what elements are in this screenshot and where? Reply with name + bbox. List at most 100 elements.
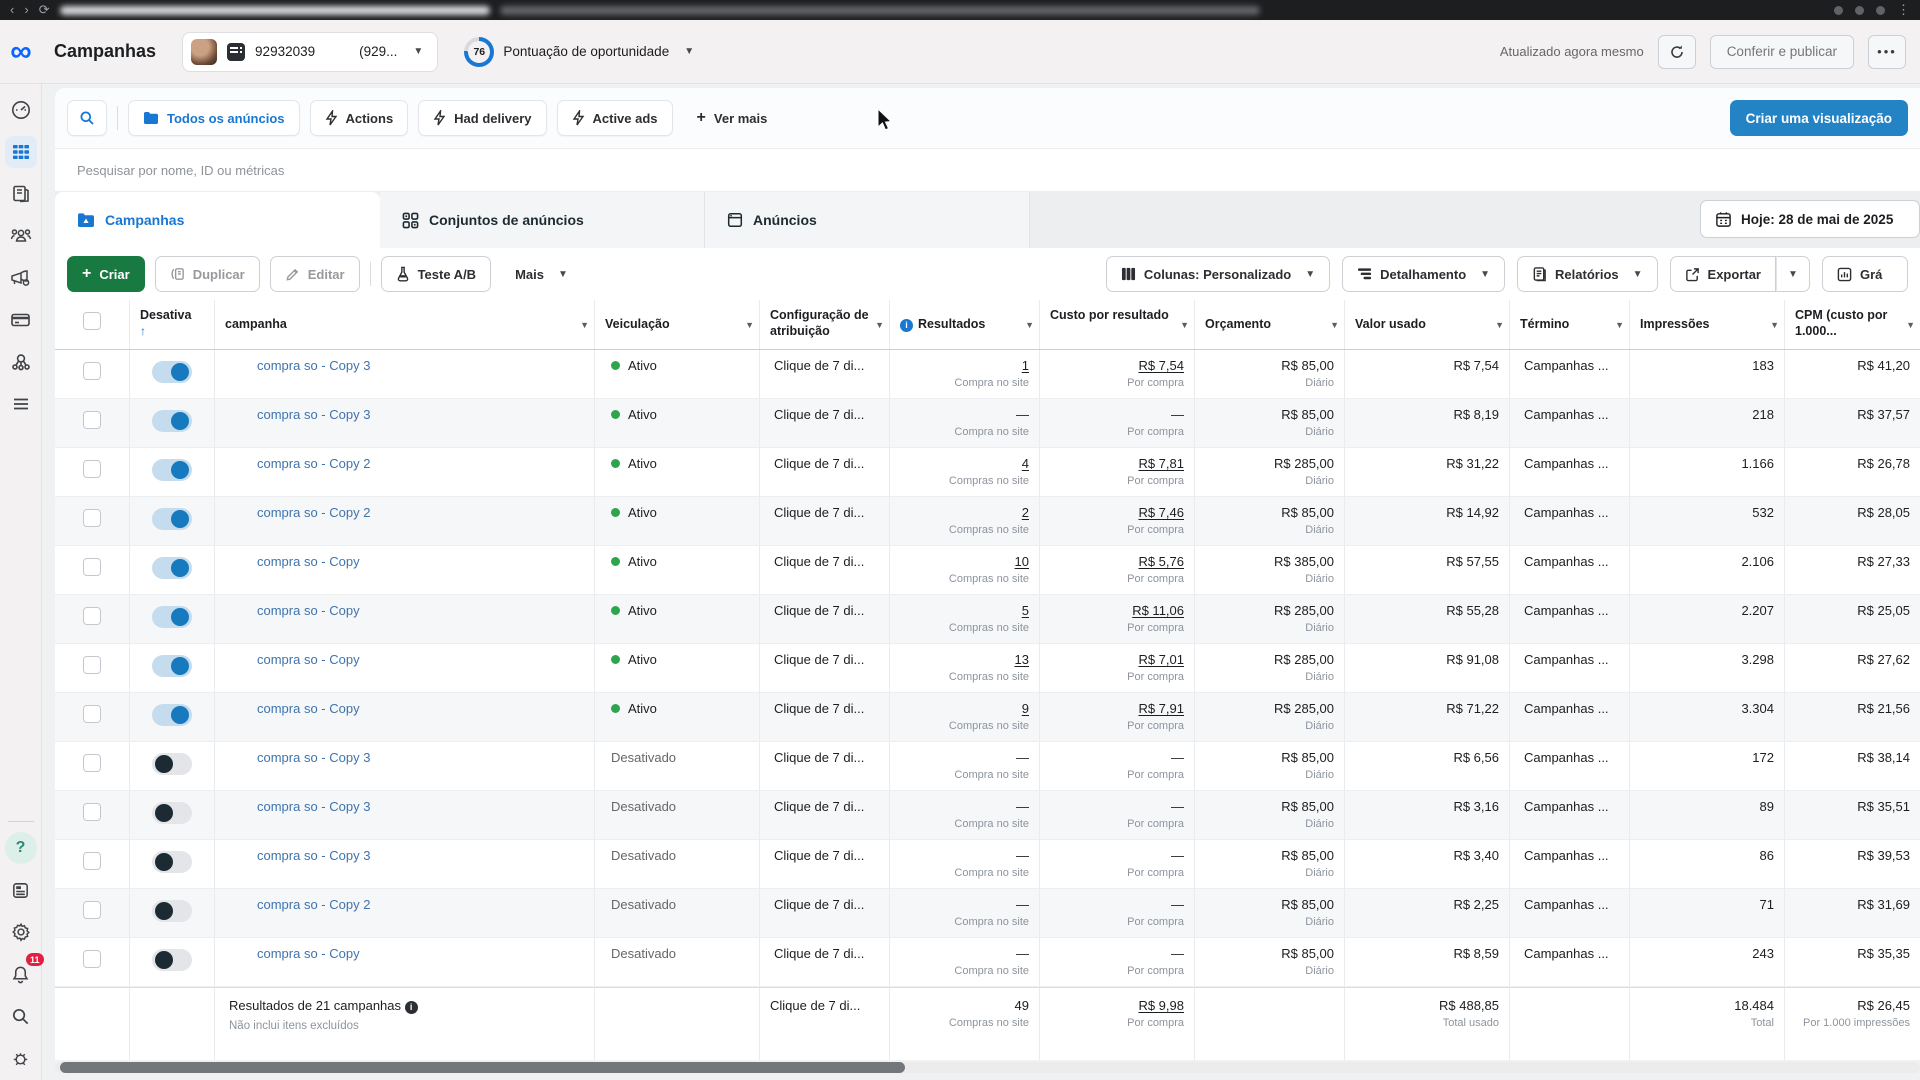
sidebar-item-report-bug[interactable]: [5, 1042, 37, 1074]
campaign-toggle[interactable]: [152, 606, 192, 628]
sidebar-item-settings[interactable]: [5, 916, 37, 948]
date-range-button[interactable]: Hoje: 28 de mai de 2025: [1700, 200, 1920, 238]
account-selector[interactable]: 92932039 (929... ▼: [182, 32, 438, 72]
cost-value[interactable]: R$ 11,06: [1050, 603, 1184, 618]
results-value[interactable]: 5: [900, 603, 1029, 618]
search-input[interactable]: [77, 163, 977, 178]
campaign-name-link[interactable]: compra so - Copy 2: [225, 897, 370, 912]
row-checkbox[interactable]: [83, 901, 101, 919]
cost-value[interactable]: —: [1050, 407, 1184, 422]
cost-value[interactable]: R$ 7,46: [1050, 505, 1184, 520]
browser-extension-icon[interactable]: [1834, 6, 1843, 15]
browser-menu-icon[interactable]: ⋮: [1897, 0, 1910, 20]
campaign-name-link[interactable]: compra so - Copy 3: [225, 358, 370, 373]
row-checkbox[interactable]: [83, 460, 101, 478]
chevron-down-icon[interactable]: ▼: [1906, 320, 1915, 331]
results-value[interactable]: —: [900, 946, 1029, 961]
campaign-name-link[interactable]: compra so - Copy 2: [225, 505, 370, 520]
header-impressoes[interactable]: Impressões ▼: [1630, 300, 1785, 349]
more-options-button[interactable]: •••: [1868, 35, 1906, 69]
chevron-down-icon[interactable]: ▼: [1770, 320, 1779, 331]
row-checkbox[interactable]: [83, 754, 101, 772]
header-veiculacao[interactable]: Veiculação ▼: [595, 300, 760, 349]
row-checkbox[interactable]: [83, 803, 101, 821]
criar-button[interactable]: + Criar: [67, 256, 145, 292]
campaign-name-link[interactable]: compra so - Copy 3: [225, 750, 370, 765]
exportar-button[interactable]: Exportar: [1670, 256, 1776, 292]
chevron-down-icon[interactable]: ▼: [1180, 320, 1189, 331]
sidebar-item-all-tools[interactable]: [5, 388, 37, 420]
results-value[interactable]: 1: [900, 358, 1029, 373]
header-desativa[interactable]: Desativa ↑: [130, 300, 215, 349]
sidebar-item-billing[interactable]: [5, 304, 37, 336]
info-icon[interactable]: i: [900, 319, 913, 332]
campaign-name-link[interactable]: compra so - Copy 2: [225, 456, 370, 471]
info-icon[interactable]: i: [405, 1001, 418, 1014]
detalhamento-button[interactable]: Detalhamento ▼: [1342, 256, 1505, 292]
campaign-toggle[interactable]: [152, 900, 192, 922]
sidebar-item-assets[interactable]: [5, 346, 37, 378]
sidebar-item-pages[interactable]: [5, 178, 37, 210]
campaign-toggle[interactable]: [152, 508, 192, 530]
create-view-button[interactable]: Criar uma visualização: [1730, 100, 1908, 136]
cost-value[interactable]: —: [1050, 799, 1184, 814]
campaign-name-link[interactable]: compra so - Copy: [225, 554, 360, 569]
chevron-down-icon[interactable]: ▼: [875, 320, 884, 331]
row-checkbox[interactable]: [83, 705, 101, 723]
campaign-name-link[interactable]: compra so - Copy: [225, 946, 360, 961]
browser-reload-icon[interactable]: ⟳: [39, 0, 50, 20]
sidebar-item-notifications[interactable]: 11: [5, 958, 37, 990]
select-all-checkbox[interactable]: [83, 312, 101, 330]
horizontal-scrollbar[interactable]: [55, 1062, 1920, 1073]
colunas-button[interactable]: Colunas: Personalizado ▼: [1106, 256, 1330, 292]
sidebar-item-overview[interactable]: [5, 94, 37, 126]
row-checkbox[interactable]: [83, 558, 101, 576]
scrollbar-thumb[interactable]: [60, 1062, 905, 1073]
browser-forward-icon[interactable]: ›: [24, 0, 28, 20]
sidebar-item-audiences[interactable]: [5, 220, 37, 252]
results-value[interactable]: —: [900, 407, 1029, 422]
teste-ab-button[interactable]: Teste A/B: [381, 256, 492, 292]
campaign-name-link[interactable]: compra so - Copy: [225, 701, 360, 716]
campaign-name-link[interactable]: compra so - Copy: [225, 652, 360, 667]
filter-chip-todos-os-anuncios[interactable]: Todos os anúncios: [128, 100, 300, 136]
campaign-toggle[interactable]: [152, 704, 192, 726]
sidebar-item-updates[interactable]: [5, 874, 37, 906]
cost-value[interactable]: —: [1050, 750, 1184, 765]
chevron-down-icon[interactable]: ▼: [1330, 320, 1339, 331]
row-checkbox[interactable]: [83, 411, 101, 429]
chevron-down-icon[interactable]: ▼: [745, 320, 754, 331]
filter-chip-actions[interactable]: Actions: [310, 100, 409, 136]
row-checkbox[interactable]: [83, 852, 101, 870]
chevron-down-icon[interactable]: ▼: [1495, 320, 1504, 331]
header-campanha[interactable]: campanha ▼: [215, 300, 595, 349]
sidebar-item-ads[interactable]: [5, 262, 37, 294]
meta-logo-icon[interactable]: ∞: [0, 22, 42, 82]
campaign-toggle[interactable]: [152, 410, 192, 432]
campaign-name-link[interactable]: compra so - Copy 3: [225, 848, 370, 863]
campaign-toggle[interactable]: [152, 557, 192, 579]
row-checkbox[interactable]: [83, 362, 101, 380]
cost-value[interactable]: R$ 7,91: [1050, 701, 1184, 716]
mais-button[interactable]: Mais ▼: [501, 256, 582, 292]
cost-value[interactable]: R$ 7,81: [1050, 456, 1184, 471]
header-resultados[interactable]: iResultados ▼: [890, 300, 1040, 349]
results-value[interactable]: —: [900, 750, 1029, 765]
campaign-toggle[interactable]: [152, 802, 192, 824]
results-value[interactable]: 4: [900, 456, 1029, 471]
campaign-toggle[interactable]: [152, 459, 192, 481]
editar-button[interactable]: Editar: [270, 256, 360, 292]
campaign-toggle[interactable]: [152, 655, 192, 677]
cost-value[interactable]: R$ 7,54: [1050, 358, 1184, 373]
row-checkbox[interactable]: [83, 656, 101, 674]
results-value[interactable]: —: [900, 848, 1029, 863]
tab-anuncios[interactable]: Anúncios: [705, 192, 1030, 248]
header-configuracao-atribuicao[interactable]: Configuração de atribuição ▼: [760, 300, 890, 349]
sidebar-item-search[interactable]: [5, 1000, 37, 1032]
browser-profile-icon[interactable]: [1876, 6, 1885, 15]
results-value[interactable]: —: [900, 897, 1029, 912]
refresh-button[interactable]: [1658, 35, 1696, 69]
cost-value[interactable]: —: [1050, 946, 1184, 961]
browser-extension-icon[interactable]: [1855, 6, 1864, 15]
row-checkbox[interactable]: [83, 950, 101, 968]
